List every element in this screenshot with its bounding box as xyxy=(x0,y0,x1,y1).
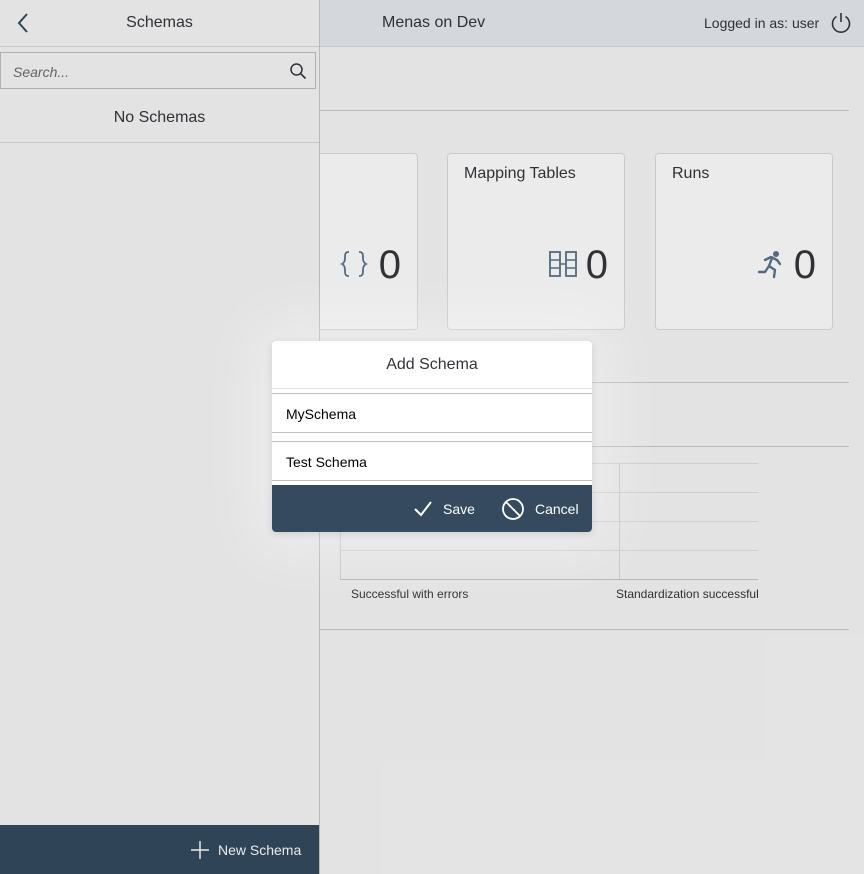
dialog-title: Add Schema xyxy=(272,341,592,389)
save-button[interactable]: Save xyxy=(413,496,475,522)
dialog-footer: Save Cancel xyxy=(272,485,592,532)
cancel-button[interactable]: Cancel xyxy=(501,496,579,522)
schema-description-field xyxy=(272,441,592,482)
cancel-label: Cancel xyxy=(535,501,579,517)
schema-name-field xyxy=(272,393,592,434)
cancel-circle-icon xyxy=(502,498,524,520)
schema-description-input[interactable] xyxy=(284,442,584,482)
checkmark-icon xyxy=(414,501,432,517)
schema-name-input[interactable] xyxy=(284,394,584,434)
save-label: Save xyxy=(443,501,475,517)
add-schema-dialog: Add Schema Save Cancel xyxy=(272,341,592,532)
